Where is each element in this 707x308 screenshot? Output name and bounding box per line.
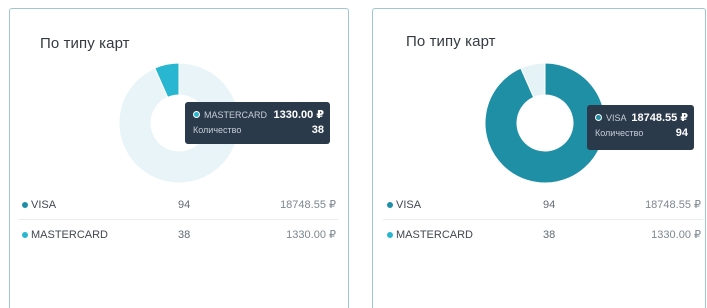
tooltip-count: 38	[311, 123, 324, 136]
series-dot-icon	[193, 111, 200, 118]
tooltip-series-name: MASTERCARD	[204, 109, 268, 120]
card-by-card-type-right: По типу карт VISA 18748.55 ₽ Количество …	[372, 8, 706, 308]
tooltip-count-label: Количество	[595, 127, 644, 138]
tooltip-amount: 1330.00 ₽	[273, 109, 324, 121]
card-title: По типу карт	[406, 33, 496, 50]
legend-row-name: VISA	[396, 198, 422, 211]
series-dot-icon	[387, 201, 393, 208]
tooltip-series-name: VISA	[606, 112, 627, 123]
legend-row-name: MASTERCARD	[31, 228, 109, 241]
series-dot-icon	[22, 231, 28, 238]
legend-row-count: 94	[178, 198, 191, 211]
tooltip-count: 94	[675, 126, 688, 139]
legend-row-sum: 18748.55 ₽	[645, 199, 701, 211]
card-title: По типу карт	[40, 35, 130, 52]
legend-table: VISA 94 18748.55 ₽ MASTERCARD 38 1330.00…	[383, 190, 703, 249]
legend-row-count: 38	[178, 228, 191, 241]
legend-row-sum: 1330.00 ₽	[651, 229, 701, 241]
legend-row-visa[interactable]: VISA 94 18748.55 ₽	[18, 190, 338, 220]
legend-row-count: 38	[543, 228, 556, 241]
legend-row-sum: 1330.00 ₽	[286, 229, 336, 241]
legend-row-mastercard[interactable]: MASTERCARD 38 1330.00 ₽	[383, 220, 703, 249]
chart-tooltip: MASTERCARD 1330.00 ₽ Количество 38	[185, 102, 330, 144]
series-dot-icon	[595, 114, 602, 121]
legend-table: VISA 94 18748.55 ₽ MASTERCARD 38 1330.00…	[18, 190, 338, 249]
tooltip-count-label: Количество	[193, 124, 242, 135]
legend-row-count: 94	[543, 198, 556, 211]
chart-tooltip: VISA 18748.55 ₽ Количество 94	[587, 105, 694, 150]
legend-row-name: VISA	[31, 198, 57, 211]
legend-row-sum: 18748.55 ₽	[280, 199, 336, 211]
series-dot-icon	[387, 231, 393, 238]
legend-row-visa[interactable]: VISA 94 18748.55 ₽	[383, 190, 703, 220]
card-by-card-type-left: По типу карт MASTERCARD 1330.00 ₽ Количе…	[9, 8, 349, 308]
legend-row-mastercard[interactable]: MASTERCARD 38 1330.00 ₽	[18, 220, 338, 249]
legend-row-name: MASTERCARD	[396, 228, 474, 241]
tooltip-amount: 18748.55 ₽	[631, 112, 688, 124]
series-dot-icon	[22, 201, 28, 208]
